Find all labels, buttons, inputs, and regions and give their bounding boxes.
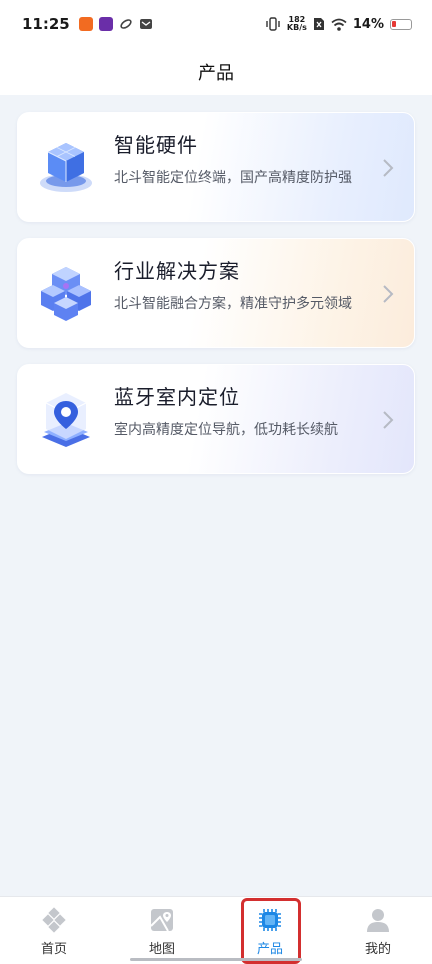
mail-icon: [139, 19, 152, 29]
tab-home[interactable]: 首页: [0, 897, 108, 964]
tab-label: 地图: [148, 942, 175, 957]
status-left: 11:25: [22, 15, 153, 33]
bottom-tab-bar: 首页 地图 产品 我的: [0, 896, 432, 964]
vibrate-icon: [266, 17, 280, 31]
card-description: 室内高精度定位导航，低功耗长续航: [114, 422, 338, 438]
card-title: 蓝牙室内定位: [114, 385, 240, 409]
page-title: 产品: [198, 62, 234, 84]
status-right: 182 KB/s 14%: [265, 16, 412, 32]
status-bar: 11:25 182 KB/s 14%: [0, 0, 432, 48]
chevron-right-icon: [383, 159, 394, 177]
product-card-smart-hardware[interactable]: 智能硬件 北斗智能定位终端，国产高精度防护强: [17, 112, 415, 222]
tab-map[interactable]: 地图: [108, 897, 216, 964]
product-card-bluetooth-indoor-positioning[interactable]: 蓝牙室内定位 室内高精度定位导航，低功耗长续航: [17, 364, 415, 474]
card-description: 北斗智能融合方案，精准守护多元领域: [114, 296, 352, 312]
tab-label: 我的: [364, 942, 391, 957]
sim-off-icon: [313, 18, 324, 30]
indoor-location-icon: [42, 393, 90, 447]
hardware-cube-icon: [40, 143, 92, 192]
chevron-right-icon: [383, 411, 394, 429]
person-icon: [367, 909, 389, 932]
card-title: 智能硬件: [114, 133, 198, 157]
chevron-right-icon: [383, 285, 394, 303]
home-indicator: [130, 958, 302, 961]
product-card-industry-solutions[interactable]: 行业解决方案 北斗智能融合方案，精准守护多元领域: [17, 238, 415, 348]
network-speed: 182 KB/s: [287, 16, 307, 32]
active-tab-highlight: [241, 898, 301, 964]
sync-icon: [120, 19, 132, 29]
tab-profile[interactable]: 我的: [324, 897, 432, 964]
map-icon: [150, 909, 173, 932]
tab-label: 首页: [40, 942, 67, 957]
battery-icon: [390, 18, 412, 30]
card-title: 行业解决方案: [114, 259, 240, 283]
page-header: 产品: [0, 48, 432, 95]
battery-percent: 14%: [352, 16, 384, 32]
home-diamond-icon: [42, 907, 66, 933]
app-notification-icon: [98, 17, 113, 31]
card-description: 北斗智能定位终端，国产高精度防护强: [114, 170, 352, 186]
wifi-icon: [331, 18, 347, 31]
network-speed-unit: KB/s: [286, 23, 307, 32]
solution-blocks-icon: [41, 267, 91, 321]
app-notification-icon: [78, 17, 93, 31]
status-time: 11:25: [22, 15, 70, 33]
